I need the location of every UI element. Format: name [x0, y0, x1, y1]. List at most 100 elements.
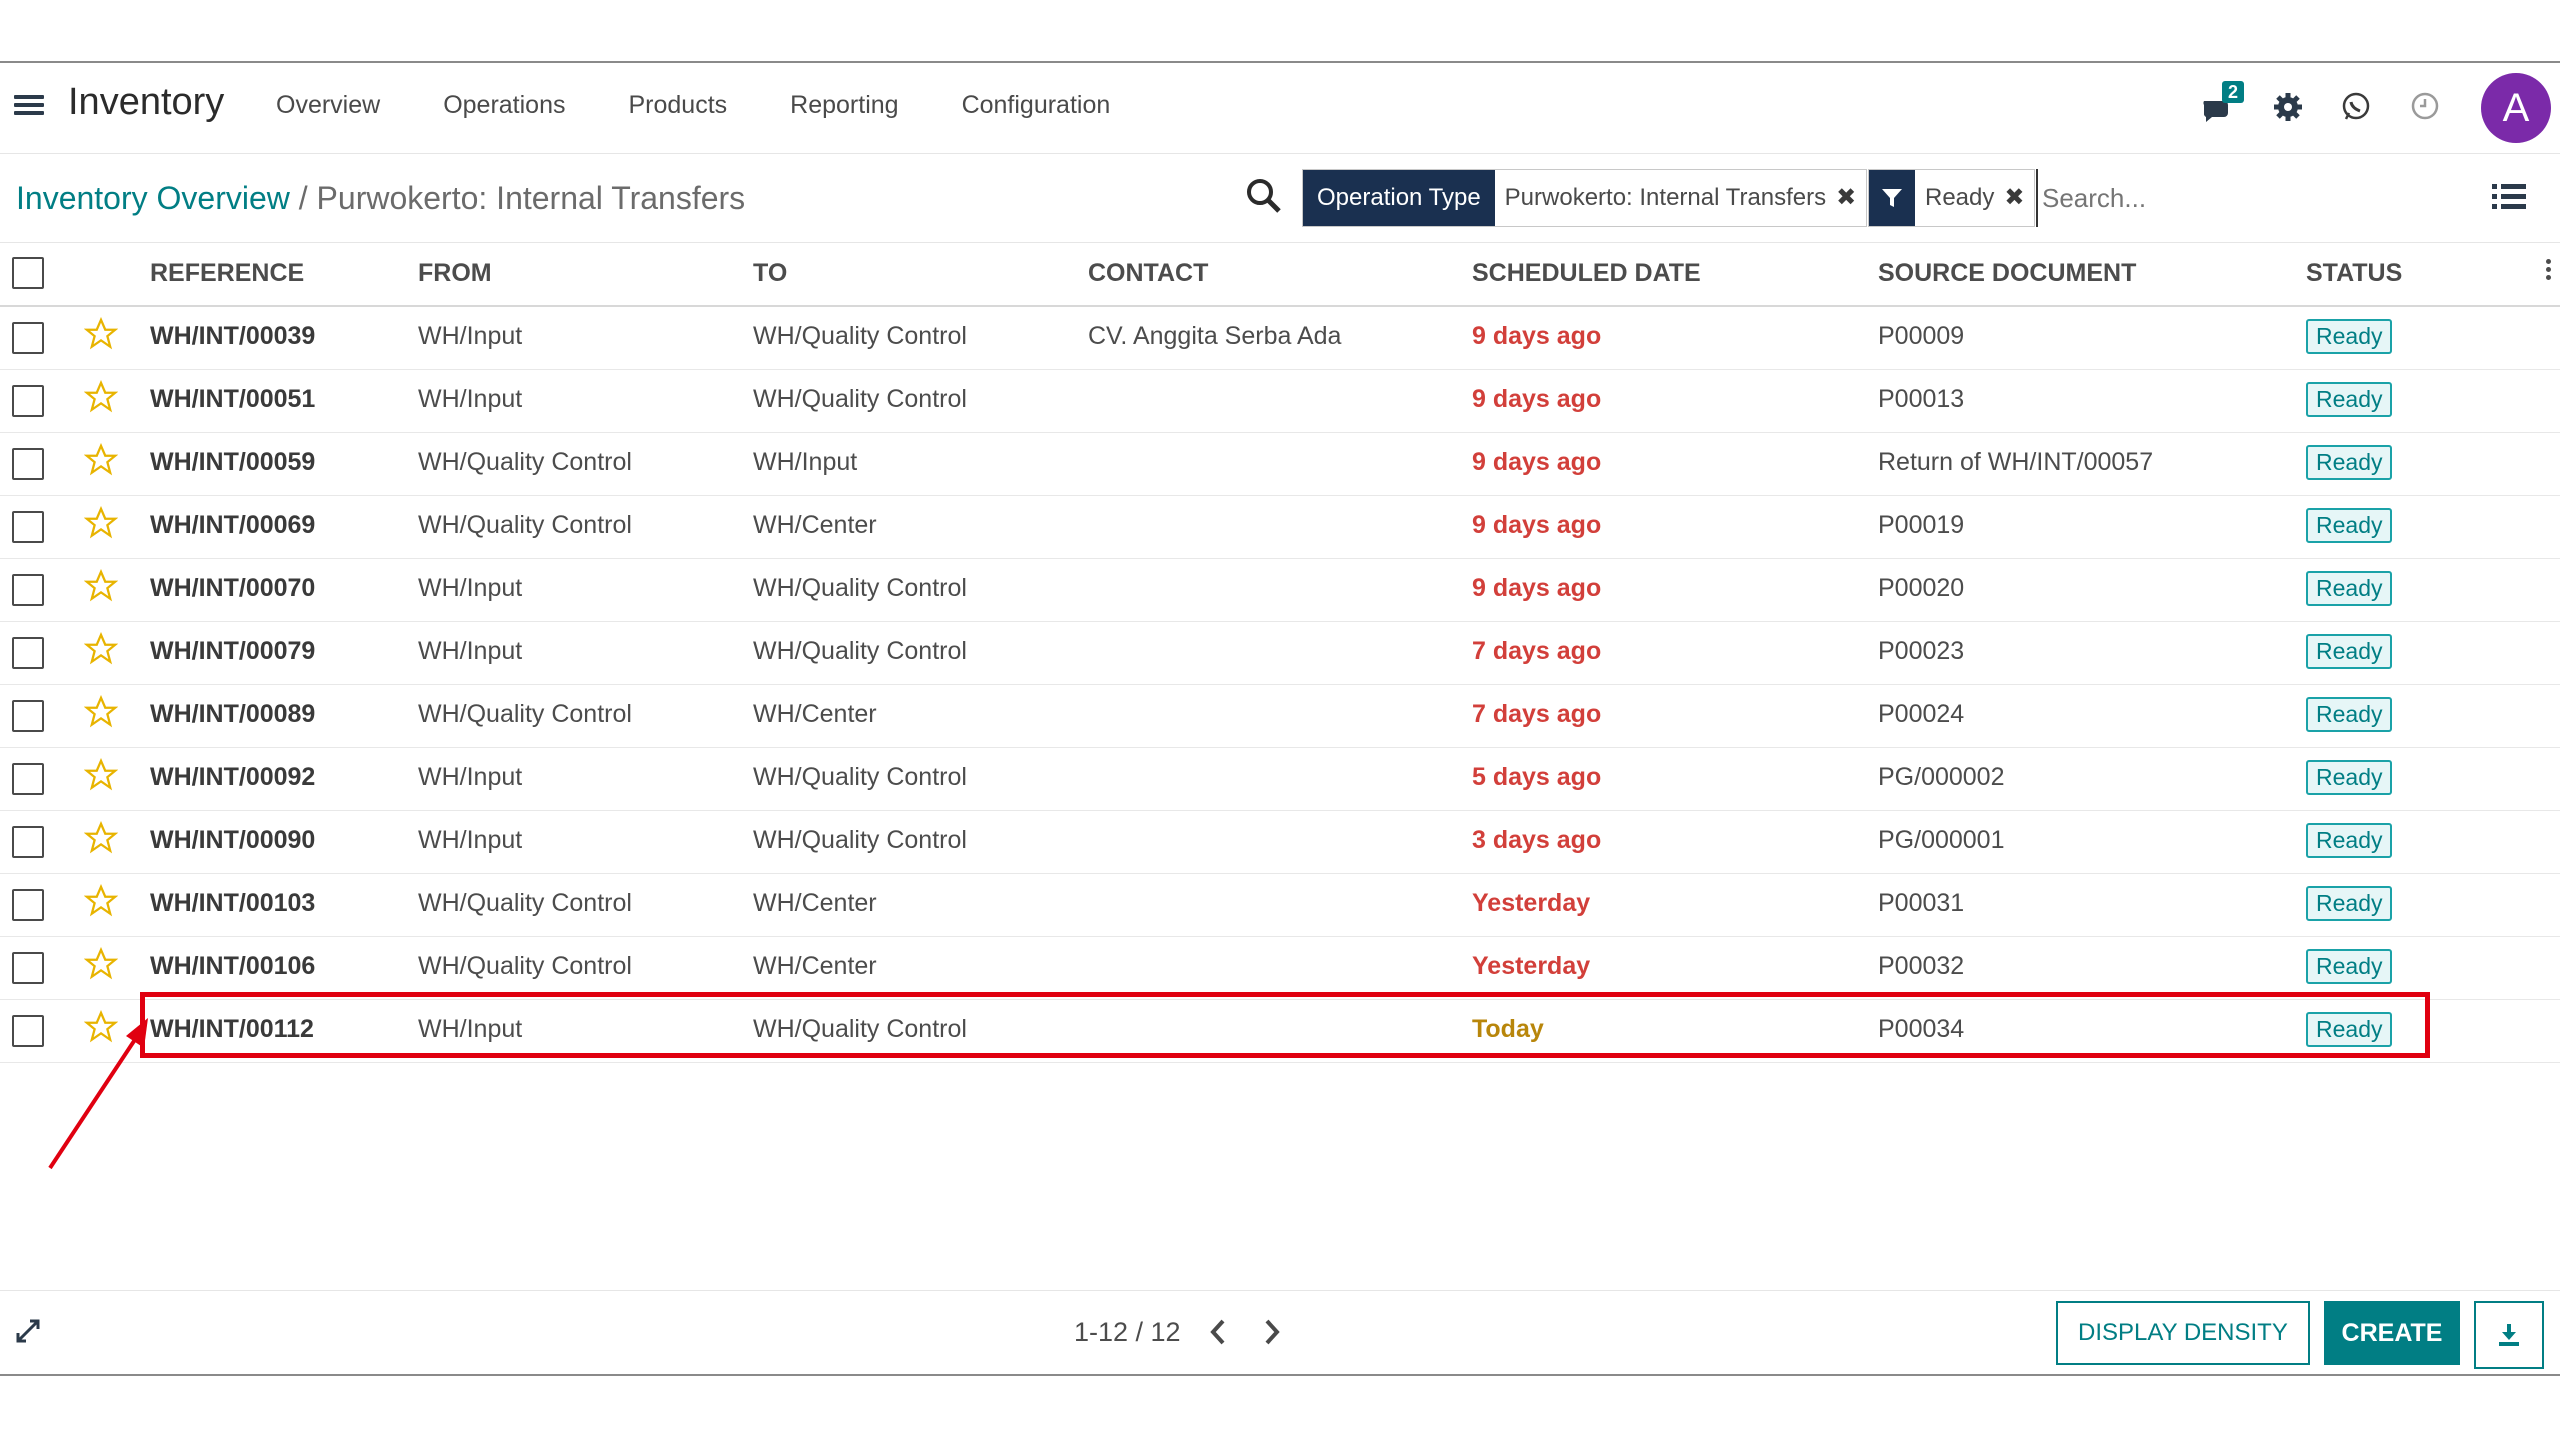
- status-badge: Ready: [2306, 949, 2393, 984]
- remove-facet-close-icon[interactable]: ✖: [1836, 170, 1856, 226]
- menu-configuration[interactable]: Configuration: [962, 91, 1111, 120]
- settings-gear-icon[interactable]: [2272, 91, 2308, 127]
- messages-icon[interactable]: 2: [2200, 81, 2245, 127]
- cell-source-document: PG/000002: [1878, 763, 2005, 791]
- cell-scheduled-date: 9 days ago: [1472, 511, 1602, 539]
- facet-value-wrapper-ready: Ready ✖: [1915, 170, 2034, 226]
- cell-source-document: P00031: [1878, 889, 1965, 917]
- pager-previous-chevron-left-icon[interactable]: [1208, 1317, 1228, 1352]
- favorite-star-icon[interactable]: [83, 442, 119, 482]
- column-options-icon[interactable]: [2546, 259, 2552, 283]
- header-from[interactable]: FROM: [418, 259, 492, 288]
- expand-arrows-icon[interactable]: [14, 1317, 42, 1350]
- cell-from: WH/Input: [418, 826, 523, 854]
- header-reference[interactable]: REFERENCE: [150, 259, 304, 288]
- table-header: REFERENCE FROM TO CONTACT SCHEDULED DATE…: [0, 243, 2560, 307]
- header-source-document[interactable]: SOURCE DOCUMENT: [1878, 259, 2136, 288]
- remove-filter-close-icon[interactable]: ✖: [2004, 170, 2024, 226]
- row-checkbox[interactable]: [12, 637, 44, 669]
- activity-clock-icon[interactable]: [2410, 91, 2446, 127]
- favorite-star-icon[interactable]: [83, 505, 119, 545]
- select-all-checkbox[interactable]: [12, 257, 44, 289]
- table-row[interactable]: WH/INT/00103 WH/Quality Control WH/Center Y…: [0, 874, 2560, 937]
- status-badge: Ready: [2306, 886, 2393, 921]
- operation-type-facet: Operation Type Purwokerto: Internal Tran…: [1302, 169, 1868, 227]
- cell-scheduled-date: 9 days ago: [1472, 574, 1602, 602]
- table-row[interactable]: WH/INT/00070 WH/Input WH/Quality Control 9 …: [0, 559, 2560, 622]
- favorite-star-icon[interactable]: [83, 757, 119, 797]
- row-checkbox[interactable]: [12, 826, 44, 858]
- ready-filter-facet: Ready ✖: [1868, 169, 2036, 227]
- header-to[interactable]: TO: [753, 259, 787, 288]
- cell-contact: CV. Anggita Serba Ada: [1088, 322, 1342, 350]
- cell-to: WH/Input: [753, 448, 858, 476]
- create-button[interactable]: CREATE: [2324, 1301, 2460, 1365]
- pager-next-chevron-right-icon[interactable]: [1262, 1317, 1282, 1352]
- breadcrumb-current: Purwokerto: Internal Transfers: [316, 180, 746, 216]
- annotation-arrow: [48, 1018, 148, 1170]
- row-checkbox[interactable]: [12, 322, 44, 354]
- favorite-star-icon[interactable]: [83, 631, 119, 671]
- favorite-star-icon[interactable]: [83, 379, 119, 419]
- menu-products[interactable]: Products: [628, 91, 727, 120]
- table-row[interactable]: WH/INT/00106 WH/Quality Control WH/Center Y…: [0, 937, 2560, 1000]
- cell-reference: WH/INT/00090: [150, 826, 316, 854]
- row-checkbox[interactable]: [12, 700, 44, 732]
- cell-to: WH/Center: [753, 952, 877, 980]
- status-badge: Ready: [2306, 823, 2393, 858]
- row-checkbox[interactable]: [12, 448, 44, 480]
- row-checkbox[interactable]: [12, 511, 44, 543]
- whatsapp-icon[interactable]: [2340, 91, 2376, 127]
- search-input[interactable]: [2036, 169, 2444, 227]
- row-checkbox[interactable]: [12, 889, 44, 921]
- cell-from: WH/Quality Control: [418, 889, 632, 917]
- table-row[interactable]: WH/INT/00039 WH/Input WH/Quality Control CV…: [0, 307, 2560, 370]
- cell-reference: WH/INT/00103: [150, 889, 316, 917]
- table-row[interactable]: WH/INT/00089 WH/Quality Control WH/Center 7…: [0, 685, 2560, 748]
- row-checkbox[interactable]: [12, 385, 44, 417]
- table-row[interactable]: WH/INT/00059 WH/Quality Control WH/Input 9 …: [0, 433, 2560, 496]
- cell-scheduled-date: 3 days ago: [1472, 826, 1602, 854]
- table-row[interactable]: WH/INT/00090 WH/Input WH/Quality Control 3 …: [0, 811, 2560, 874]
- header-contact[interactable]: CONTACT: [1088, 259, 1208, 288]
- status-badge: Ready: [2306, 634, 2393, 669]
- favorite-star-icon[interactable]: [83, 568, 119, 608]
- cell-source-document: PG/000001: [1878, 826, 2005, 854]
- table-row[interactable]: WH/INT/00051 WH/Input WH/Quality Control 9 …: [0, 370, 2560, 433]
- row-checkbox[interactable]: [12, 952, 44, 984]
- header-scheduled-date[interactable]: SCHEDULED DATE: [1472, 259, 1701, 288]
- highlight-box: [140, 992, 2430, 1058]
- menu-overview[interactable]: Overview: [276, 91, 380, 120]
- favorite-star-icon[interactable]: [83, 316, 119, 356]
- hamburger-menu-icon[interactable]: [14, 91, 44, 121]
- cell-to: WH/Center: [753, 700, 877, 728]
- menu-reporting[interactable]: Reporting: [790, 91, 898, 120]
- cell-from: WH/Quality Control: [418, 511, 632, 539]
- facet-value-operation-type: Purwokerto: Internal Transfers: [1504, 184, 1827, 211]
- pager-value[interactable]: 1-12 / 12: [1074, 1317, 1181, 1348]
- favorite-star-icon[interactable]: [83, 820, 119, 860]
- search-icon[interactable]: [1244, 176, 1284, 221]
- list-view-icon[interactable]: [2492, 182, 2526, 217]
- user-avatar[interactable]: A: [2481, 73, 2551, 143]
- row-checkbox[interactable]: [12, 574, 44, 606]
- favorite-star-icon[interactable]: [83, 946, 119, 986]
- download-icon[interactable]: [2474, 1301, 2544, 1369]
- cell-source-document: P00032: [1878, 952, 1965, 980]
- bottom-border: [0, 1374, 2560, 1376]
- cell-to: WH/Quality Control: [753, 826, 967, 854]
- table-row[interactable]: WH/INT/00079 WH/Input WH/Quality Control 7 …: [0, 622, 2560, 685]
- status-badge: Ready: [2306, 382, 2393, 417]
- header-status[interactable]: STATUS: [2306, 259, 2402, 288]
- favorite-star-icon[interactable]: [83, 694, 119, 734]
- display-density-button[interactable]: DISPLAY DENSITY: [2056, 1301, 2310, 1365]
- cell-to: WH/Quality Control: [753, 574, 967, 602]
- cell-source-document: P00019: [1878, 511, 1965, 539]
- breadcrumb-inventory-overview[interactable]: Inventory Overview: [16, 180, 290, 216]
- status-badge: Ready: [2306, 697, 2393, 732]
- row-checkbox[interactable]: [12, 763, 44, 795]
- favorite-star-icon[interactable]: [83, 883, 119, 923]
- menu-operations[interactable]: Operations: [443, 91, 565, 120]
- table-row[interactable]: WH/INT/00069 WH/Quality Control WH/Center 9…: [0, 496, 2560, 559]
- table-row[interactable]: WH/INT/00092 WH/Input WH/Quality Control 5 …: [0, 748, 2560, 811]
